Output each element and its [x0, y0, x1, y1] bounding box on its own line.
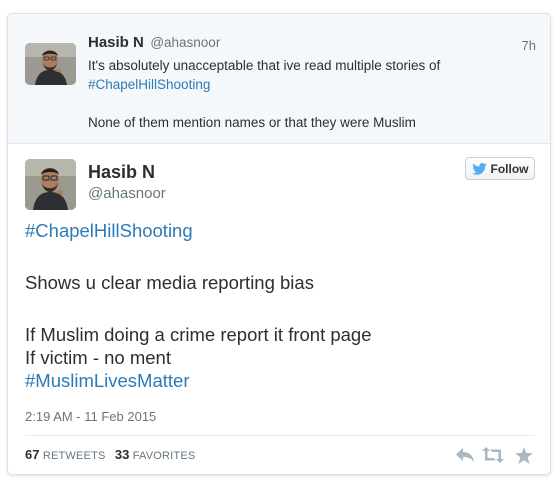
author-handle[interactable]: @ahasnoor	[88, 183, 166, 205]
parent-author-handle[interactable]: @ahasnoor	[150, 35, 220, 50]
in-reply-to-tweet[interactable]: Hasib N @ahasnoor 7h It's absolutely una…	[8, 14, 550, 144]
embedded-tweet-card: Hasib N @ahasnoor 7h It's absolutely una…	[7, 13, 551, 475]
favorite-button[interactable]	[513, 445, 535, 465]
hashtag-link[interactable]: #ChapelHillShooting	[88, 75, 533, 94]
tweet-text-line: None of them mention names or that they …	[88, 115, 416, 130]
avatar-photo	[25, 43, 76, 85]
retweet-icon	[482, 447, 504, 463]
follow-button[interactable]: Follow	[465, 157, 535, 180]
divider	[25, 435, 535, 436]
avatar[interactable]	[25, 43, 76, 85]
retweet-button[interactable]	[482, 445, 504, 465]
reply-button[interactable]	[454, 445, 476, 465]
tweet-stats: 67 RETWEETS 33 FAVORITES	[25, 447, 201, 462]
hashtag-link[interactable]: #MuslimLivesMatter	[25, 369, 535, 392]
tweet-text: #ChapelHillShooting Shows u clear media …	[25, 219, 535, 392]
retweets-stat[interactable]: 67 RETWEETS	[25, 447, 109, 462]
tweet-text-line: Shows u clear media reporting bias	[25, 272, 314, 293]
twitter-bird-icon	[471, 162, 487, 175]
parent-author-name[interactable]: Hasib N	[88, 34, 144, 51]
parent-tweet-text: It's absolutely unacceptable that ive re…	[88, 56, 533, 132]
favorites-stat[interactable]: 33 FAVORITES	[114, 447, 196, 462]
follow-label: Follow	[490, 161, 529, 176]
parent-tweet-time[interactable]: 7h	[522, 38, 536, 53]
avatar[interactable]	[25, 159, 76, 210]
tweet-text-line: If victim - no ment	[25, 347, 171, 368]
parent-tweet-header: Hasib N @ahasnoor	[88, 34, 220, 52]
reply-icon	[456, 448, 474, 462]
hashtag-link[interactable]: #ChapelHillShooting	[25, 219, 535, 242]
avatar-photo	[25, 159, 76, 210]
retweets-count: 67	[25, 447, 40, 462]
tweet-author[interactable]: Hasib N @ahasnoor	[88, 161, 166, 205]
retweets-label: RETWEETS	[42, 450, 106, 462]
tweet-timestamp[interactable]: 2:19 AM - 11 Feb 2015	[25, 409, 156, 424]
author-name[interactable]: Hasib N	[88, 161, 166, 183]
star-icon	[515, 446, 533, 464]
favorites-count: 33	[114, 447, 130, 462]
tweet-text-line: It's absolutely unacceptable that ive re…	[88, 58, 441, 73]
favorites-label: FAVORITES	[132, 450, 196, 462]
tweet-text-line: If Muslim doing a crime report it front …	[25, 324, 372, 345]
